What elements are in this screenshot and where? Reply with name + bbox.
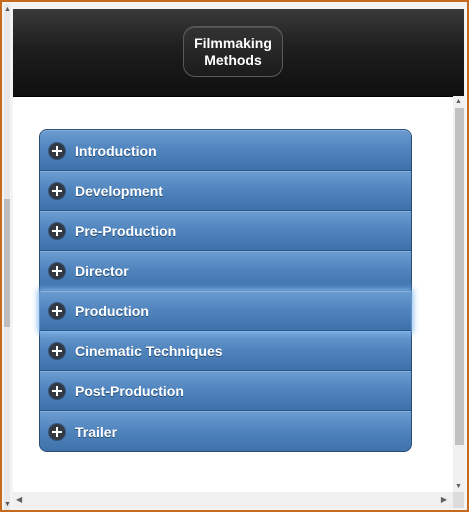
page-title: Filmmaking Methods <box>183 26 283 77</box>
vertical-scrollbar[interactable]: ▲ ▼ <box>453 96 464 492</box>
accordion-item-label: Trailer <box>75 423 118 440</box>
window-frame: ▲ ▼ Filmmaking Methods Introduction Deve… <box>0 0 469 512</box>
scrollbar-corner <box>453 492 464 508</box>
plus-icon <box>49 142 65 159</box>
accordion-item-production[interactable]: Production <box>40 291 411 331</box>
accordion-item-label: Development <box>75 183 163 199</box>
scroll-left-arrow-icon[interactable]: ◀ <box>16 495 22 504</box>
accordion-item-label: Pre-Production <box>75 223 177 239</box>
scroll-right-arrow-icon[interactable]: ▶ <box>441 495 447 504</box>
plus-icon <box>49 423 65 440</box>
plus-icon <box>49 263 65 279</box>
plus-icon <box>49 343 65 359</box>
outer-scrollbar[interactable]: ▲ ▼ <box>4 4 11 510</box>
horizontal-scrollbar[interactable]: ◀ ▶ <box>13 492 453 508</box>
plus-icon <box>49 383 65 399</box>
accordion-item-director[interactable]: Director <box>40 251 411 291</box>
accordion-item-label: Production <box>75 303 149 319</box>
accordion-item-pre-production[interactable]: Pre-Production <box>40 211 411 251</box>
accordion-item-label: Cinematic Techniques <box>75 343 223 359</box>
outer-scroll-thumb[interactable] <box>4 199 10 327</box>
vertical-scroll-thumb[interactable] <box>455 108 464 445</box>
accordion-item-post-production[interactable]: Post-Production <box>40 371 411 411</box>
accordion-item-cinematic-techniques[interactable]: Cinematic Techniques <box>40 331 411 371</box>
app-viewport: Filmmaking Methods Introduction Developm… <box>13 9 464 508</box>
plus-icon <box>49 183 65 199</box>
plus-icon <box>49 303 65 319</box>
accordion-item-trailer[interactable]: Trailer <box>40 411 411 451</box>
accordion-item-development[interactable]: Development <box>40 171 411 211</box>
app-header: Filmmaking Methods <box>13 9 464 97</box>
chapter-accordion: Introduction Development Pre-Production … <box>39 129 412 452</box>
accordion-item-label: Post-Production <box>75 383 184 399</box>
scroll-up-arrow-icon[interactable]: ▲ <box>4 6 11 13</box>
plus-icon <box>49 223 65 239</box>
accordion-item-introduction[interactable]: Introduction <box>40 130 411 171</box>
scroll-down-arrow-icon[interactable]: ▼ <box>4 501 11 508</box>
accordion-item-label: Introduction <box>75 142 157 159</box>
scroll-up-arrow-icon[interactable]: ▲ <box>455 98 462 105</box>
scroll-down-arrow-icon[interactable]: ▼ <box>455 483 462 490</box>
accordion-item-label: Director <box>75 263 129 279</box>
